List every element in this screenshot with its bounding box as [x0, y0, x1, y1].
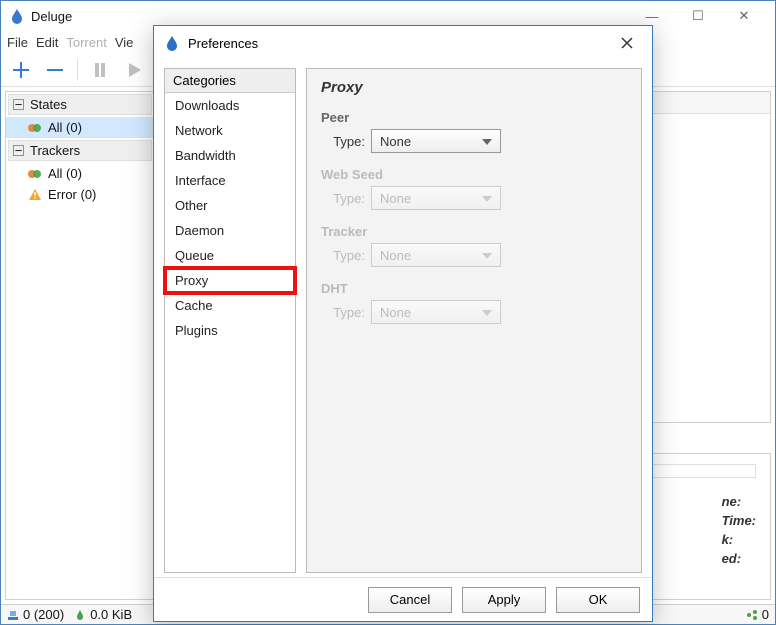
- type-field: Type: None: [321, 129, 627, 153]
- sidebar-trackers-all-label: All (0): [48, 166, 82, 181]
- sidebar-trackers-header[interactable]: − Trackers: [8, 140, 152, 161]
- categories-header: Categories: [165, 69, 295, 93]
- proxy-group-peer: Peer Type: None: [321, 110, 627, 153]
- add-torrent-button[interactable]: [7, 56, 35, 84]
- category-item-downloads[interactable]: Downloads: [165, 93, 295, 118]
- sidebar-all-label: All (0): [48, 120, 82, 135]
- category-item-bandwidth[interactable]: Bandwidth: [165, 143, 295, 168]
- type-field: Type: None: [321, 300, 627, 324]
- preferences-dialog: Preferences Categories DownloadsNetworkB…: [153, 25, 653, 622]
- categories-pane: Categories DownloadsNetworkBandwidthInte…: [164, 68, 296, 573]
- type-select[interactable]: None: [371, 129, 501, 153]
- collapse-icon: −: [13, 145, 24, 156]
- dialog-close-button[interactable]: [612, 28, 642, 58]
- status-download-value: 0.0 KiB: [90, 607, 132, 622]
- connections-icon: [7, 609, 19, 621]
- category-item-daemon[interactable]: Daemon: [165, 218, 295, 243]
- collapse-icon: −: [13, 99, 24, 110]
- sidebar-states-label: States: [30, 97, 67, 112]
- proxy-groups: Peer Type: None Web Seed Type: None Tracker Typ…: [321, 110, 627, 324]
- detail-r4: ed:: [722, 551, 756, 566]
- category-item-proxy[interactable]: Proxy: [165, 268, 295, 293]
- type-select: None: [371, 186, 501, 210]
- window-maximize-button[interactable]: ☐: [675, 1, 721, 31]
- dialog-title: Preferences: [188, 36, 612, 51]
- preferences-content: Proxy PeerType:NoneWeb SeedType:NoneTrac…: [306, 68, 642, 573]
- main-title: Deluge: [31, 9, 629, 24]
- category-item-network[interactable]: Network: [165, 118, 295, 143]
- status-connections[interactable]: 0 (200): [7, 607, 64, 622]
- remove-torrent-button[interactable]: [41, 56, 69, 84]
- menu-edit[interactable]: Edit: [36, 35, 58, 50]
- menu-file[interactable]: File: [7, 35, 28, 50]
- status-dht-value: 0: [762, 607, 769, 622]
- type-field: Type: None: [321, 186, 627, 210]
- menu-view[interactable]: Vie: [115, 35, 134, 50]
- sidebar-states-header[interactable]: − States: [8, 94, 152, 115]
- category-item-queue[interactable]: Queue: [165, 243, 295, 268]
- all-icon: [28, 121, 42, 135]
- window-close-button[interactable]: ✕: [721, 1, 767, 31]
- sidebar-item-trackers-all[interactable]: All (0): [6, 163, 154, 184]
- deluge-icon: [9, 8, 25, 24]
- panel-title: Proxy: [321, 79, 627, 96]
- toolbar-separator: [77, 59, 78, 81]
- type-label: Type:: [321, 134, 365, 149]
- category-item-interface[interactable]: Interface: [165, 168, 295, 193]
- type-label: Type:: [321, 191, 365, 206]
- detail-r1: ne:: [722, 494, 756, 509]
- dht-icon: [746, 609, 758, 621]
- proxy-group-web-seed: Web Seed Type: None: [321, 167, 627, 210]
- status-connections-value: 0 (200): [23, 607, 64, 622]
- all-icon: [28, 167, 42, 181]
- proxy-group-tracker: Tracker Type: None: [321, 224, 627, 267]
- type-label: Type:: [321, 248, 365, 263]
- category-item-other[interactable]: Other: [165, 193, 295, 218]
- type-select: None: [371, 300, 501, 324]
- play-button: [120, 56, 148, 84]
- detail-r2: Time:: [722, 513, 756, 528]
- category-item-cache[interactable]: Cache: [165, 293, 295, 318]
- detail-r3: k:: [722, 532, 756, 547]
- type-label: Type:: [321, 305, 365, 320]
- sidebar-trackers-error-label: Error (0): [48, 187, 96, 202]
- pause-button: [86, 56, 114, 84]
- warning-icon: [28, 188, 42, 202]
- download-icon: [74, 609, 86, 621]
- group-title: Web Seed: [321, 167, 627, 182]
- proxy-group-dht: DHT Type: None: [321, 281, 627, 324]
- category-item-plugins[interactable]: Plugins: [165, 318, 295, 343]
- status-dht[interactable]: 0: [746, 607, 769, 622]
- ok-button[interactable]: OK: [556, 587, 640, 613]
- categories-list: DownloadsNetworkBandwidthInterfaceOtherD…: [165, 93, 295, 343]
- dialog-buttons: Cancel Apply OK: [154, 577, 652, 621]
- dialog-titlebar: Preferences: [154, 26, 652, 60]
- menu-torrent: Torrent: [66, 35, 106, 50]
- type-select: None: [371, 243, 501, 267]
- type-field: Type: None: [321, 243, 627, 267]
- deluge-icon: [164, 35, 180, 51]
- cancel-button[interactable]: Cancel: [368, 587, 452, 613]
- sidebar-trackers-label: Trackers: [30, 143, 80, 158]
- sidebar-item-trackers-error[interactable]: Error (0): [6, 184, 154, 205]
- group-title: DHT: [321, 281, 627, 296]
- dialog-body: Categories DownloadsNetworkBandwidthInte…: [154, 60, 652, 577]
- apply-button[interactable]: Apply: [462, 587, 546, 613]
- sidebar-item-all[interactable]: All (0): [6, 117, 154, 138]
- status-download-speed[interactable]: 0.0 KiB: [74, 607, 132, 622]
- group-title: Peer: [321, 110, 627, 125]
- details-right: ne: Time: k: ed:: [722, 490, 756, 589]
- group-title: Tracker: [321, 224, 627, 239]
- sidebar: − States All (0) − Trackers All (0): [5, 91, 155, 600]
